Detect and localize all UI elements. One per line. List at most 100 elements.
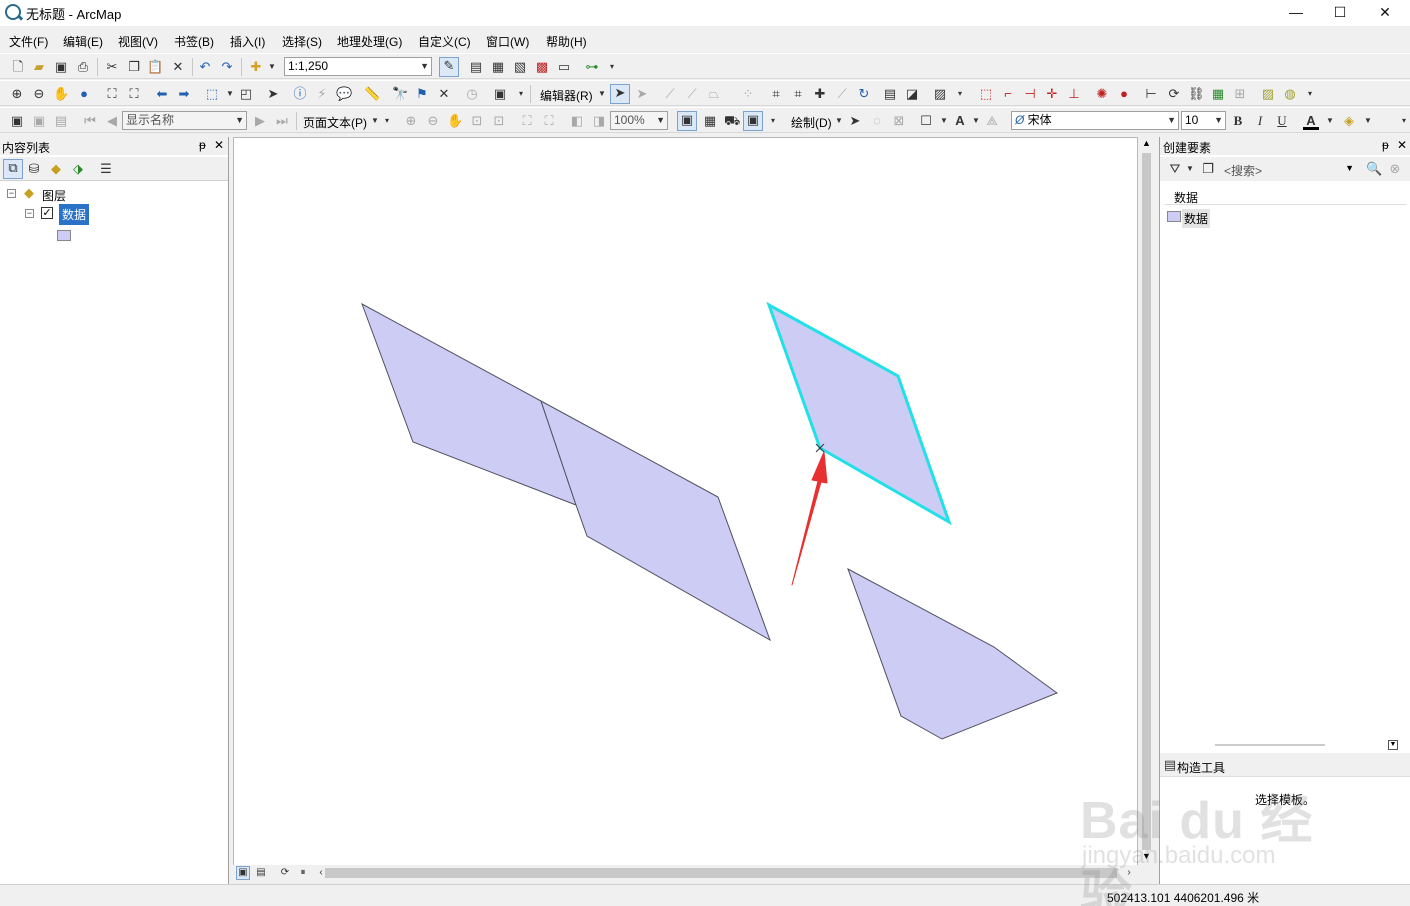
- menu-selection[interactable]: 选择(S): [282, 33, 322, 50]
- topology-node-icon[interactable]: ✛: [1044, 86, 1060, 102]
- font-color-dropdown-icon[interactable]: ▼: [1322, 113, 1338, 129]
- select-features-icon[interactable]: ⬚: [204, 86, 220, 102]
- template-swatch[interactable]: [1167, 211, 1181, 222]
- topology-shared-icon[interactable]: ⊣: [1022, 86, 1038, 102]
- editor-menu[interactable]: 编辑器(R): [540, 87, 593, 104]
- pin-icon[interactable]: ᵽ: [1382, 138, 1389, 152]
- full-extent-icon[interactable]: ●: [76, 86, 92, 102]
- toolbar-options-icon[interactable]: ▾: [1396, 113, 1410, 129]
- toolbar-options-icon[interactable]: ▾: [952, 86, 968, 102]
- network-icon[interactable]: ⛓: [1188, 86, 1205, 102]
- identify-icon[interactable]: ⓘ: [292, 86, 308, 102]
- vertical-scroll-thumb[interactable]: [1142, 153, 1151, 850]
- print-icon[interactable]: ⎙: [75, 59, 91, 75]
- next-page-icon[interactable]: ▶: [252, 113, 268, 129]
- pin-icon[interactable]: ᵽ: [199, 138, 206, 152]
- select-elements-icon[interactable]: ➤: [847, 113, 863, 129]
- layout-fixed-out-icon[interactable]: ⛶: [541, 113, 557, 129]
- font-size-combo[interactable]: 10 ▼: [1181, 111, 1226, 130]
- list-by-visibility-icon[interactable]: ◆: [48, 161, 64, 177]
- list-by-drawing-order-icon[interactable]: ⧉: [3, 159, 23, 179]
- table-grid-icon[interactable]: ▦: [1210, 86, 1226, 102]
- template-search-input[interactable]: <搜索> ▼: [1220, 160, 1356, 178]
- template-item[interactable]: 数据: [1182, 209, 1211, 228]
- fixed-zoom-in-icon[interactable]: ⛶: [104, 86, 120, 102]
- first-page-icon[interactable]: ⏮: [82, 113, 98, 129]
- draw-menu-dropdown-icon[interactable]: ▼: [831, 113, 847, 129]
- close-window-button[interactable]: ✕: [1362, 0, 1408, 26]
- topology-edit-icon[interactable]: ⌐: [1000, 86, 1016, 102]
- layout-tool-icon[interactable]: ▣: [9, 113, 25, 129]
- toolbar-options-icon[interactable]: ▾: [513, 86, 529, 102]
- time-slider-icon[interactable]: ◷: [464, 86, 480, 102]
- bold-button[interactable]: B: [1230, 113, 1246, 129]
- toolbar-options-icon[interactable]: ▾: [379, 113, 395, 129]
- cut-icon[interactable]: ✂: [104, 59, 120, 75]
- polygon-feature-3[interactable]: [847, 567, 1059, 740]
- straight-segment-icon[interactable]: ⟋: [662, 86, 678, 102]
- fixed-zoom-out-icon[interactable]: ⛶: [126, 86, 142, 102]
- focus-data-frame-icon[interactable]: ▦: [702, 113, 718, 129]
- edit-tool-icon[interactable]: ➤: [610, 84, 630, 104]
- underline-button[interactable]: U: [1274, 113, 1290, 129]
- polygon-feature-selected[interactable]: [766, 301, 952, 526]
- html-popup-icon[interactable]: 💬: [336, 86, 352, 102]
- map-cache-icon[interactable]: ◍: [1282, 86, 1298, 102]
- toc-options-icon[interactable]: ☰: [98, 161, 114, 177]
- zoom-selected-icon[interactable]: ⊠: [891, 113, 907, 129]
- python-window-icon[interactable]: ▭: [556, 59, 572, 75]
- table-window-icon[interactable]: ▤: [468, 59, 484, 75]
- arctoolbox-icon[interactable]: ▩: [534, 59, 550, 75]
- collapse-layer-icon[interactable]: −: [25, 209, 34, 218]
- select-dropdown-icon[interactable]: ▼: [222, 86, 238, 102]
- scale-combo[interactable]: 1:1,250 ▼: [284, 57, 432, 76]
- font-color-button[interactable]: A: [1303, 113, 1319, 130]
- pan-icon[interactable]: ✋: [53, 86, 69, 102]
- scroll-down-icon[interactable]: ▼: [1142, 851, 1151, 861]
- add-data-dropdown-icon[interactable]: ▼: [264, 59, 280, 75]
- list-by-selection-icon[interactable]: ⬗: [70, 161, 86, 177]
- layer-visibility-checkbox[interactable]: ✓: [41, 207, 53, 219]
- fill-color-icon[interactable]: ◈: [1341, 113, 1357, 129]
- rotate-element-icon[interactable]: ◌: [869, 113, 885, 129]
- zoom-out-icon[interactable]: ⊖: [31, 86, 47, 102]
- menu-bookmarks[interactable]: 书签(B): [174, 33, 214, 50]
- toolbar-options-icon[interactable]: ▾: [1302, 86, 1318, 102]
- layout-view-icon[interactable]: ▤: [253, 866, 269, 882]
- toolbar-options-icon[interactable]: ▾: [765, 113, 781, 129]
- paste-icon[interactable]: 📋: [147, 59, 163, 75]
- undo-icon[interactable]: ↶: [197, 59, 213, 75]
- cut-polygons-icon[interactable]: ✚: [812, 86, 828, 102]
- layout-back-icon[interactable]: ◧: [569, 113, 585, 129]
- error-inspector-icon[interactable]: ●: [1116, 86, 1132, 102]
- layout-zoom-in-icon[interactable]: ⊕: [403, 113, 419, 129]
- draw-menu[interactable]: 绘制(D): [791, 114, 832, 131]
- print-preview-icon[interactable]: ▣: [31, 113, 47, 129]
- search-window-icon[interactable]: ▧: [512, 59, 528, 75]
- map-layer-icon[interactable]: ▨: [1260, 86, 1276, 102]
- menu-view[interactable]: 视图(V): [118, 33, 158, 50]
- layout-zoom-100-icon[interactable]: ⊡: [491, 113, 507, 129]
- delete-icon[interactable]: ✕: [170, 59, 186, 75]
- font-name-combo[interactable]: Ø 宋体 ▼: [1011, 111, 1179, 130]
- change-layout-icon[interactable]: ⛟: [724, 113, 740, 129]
- menu-customize[interactable]: 自定义(C): [418, 33, 471, 50]
- grid-icon[interactable]: ⊞: [1232, 86, 1248, 102]
- pause-drawing-icon[interactable]: ⏸: [295, 866, 311, 882]
- create-viewer-icon[interactable]: ▣: [492, 86, 508, 102]
- close-icon[interactable]: ✕: [1397, 138, 1407, 152]
- point-icon[interactable]: ⁘: [740, 86, 756, 102]
- sketch-properties-icon[interactable]: ◪: [904, 86, 920, 102]
- menu-help[interactable]: 帮助(H): [546, 33, 587, 50]
- create-features-icon[interactable]: ▨: [932, 86, 948, 102]
- map-vertical-scrollbar[interactable]: ▲ ▼: [1139, 137, 1154, 866]
- layer-name-selected[interactable]: 数据: [59, 204, 90, 225]
- horizontal-scroll-thumb[interactable]: [325, 868, 1117, 878]
- rotate-tool-icon[interactable]: ↻: [856, 86, 872, 102]
- new-document-icon[interactable]: 🗋: [10, 59, 26, 75]
- forward-extent-icon[interactable]: ➡: [176, 86, 192, 102]
- save-icon[interactable]: ▣: [53, 59, 69, 75]
- back-extent-icon[interactable]: ⬅: [154, 86, 170, 102]
- display-name-combo[interactable]: 显示名称 ▼: [122, 111, 247, 130]
- maximize-button[interactable]: ☐: [1317, 0, 1363, 26]
